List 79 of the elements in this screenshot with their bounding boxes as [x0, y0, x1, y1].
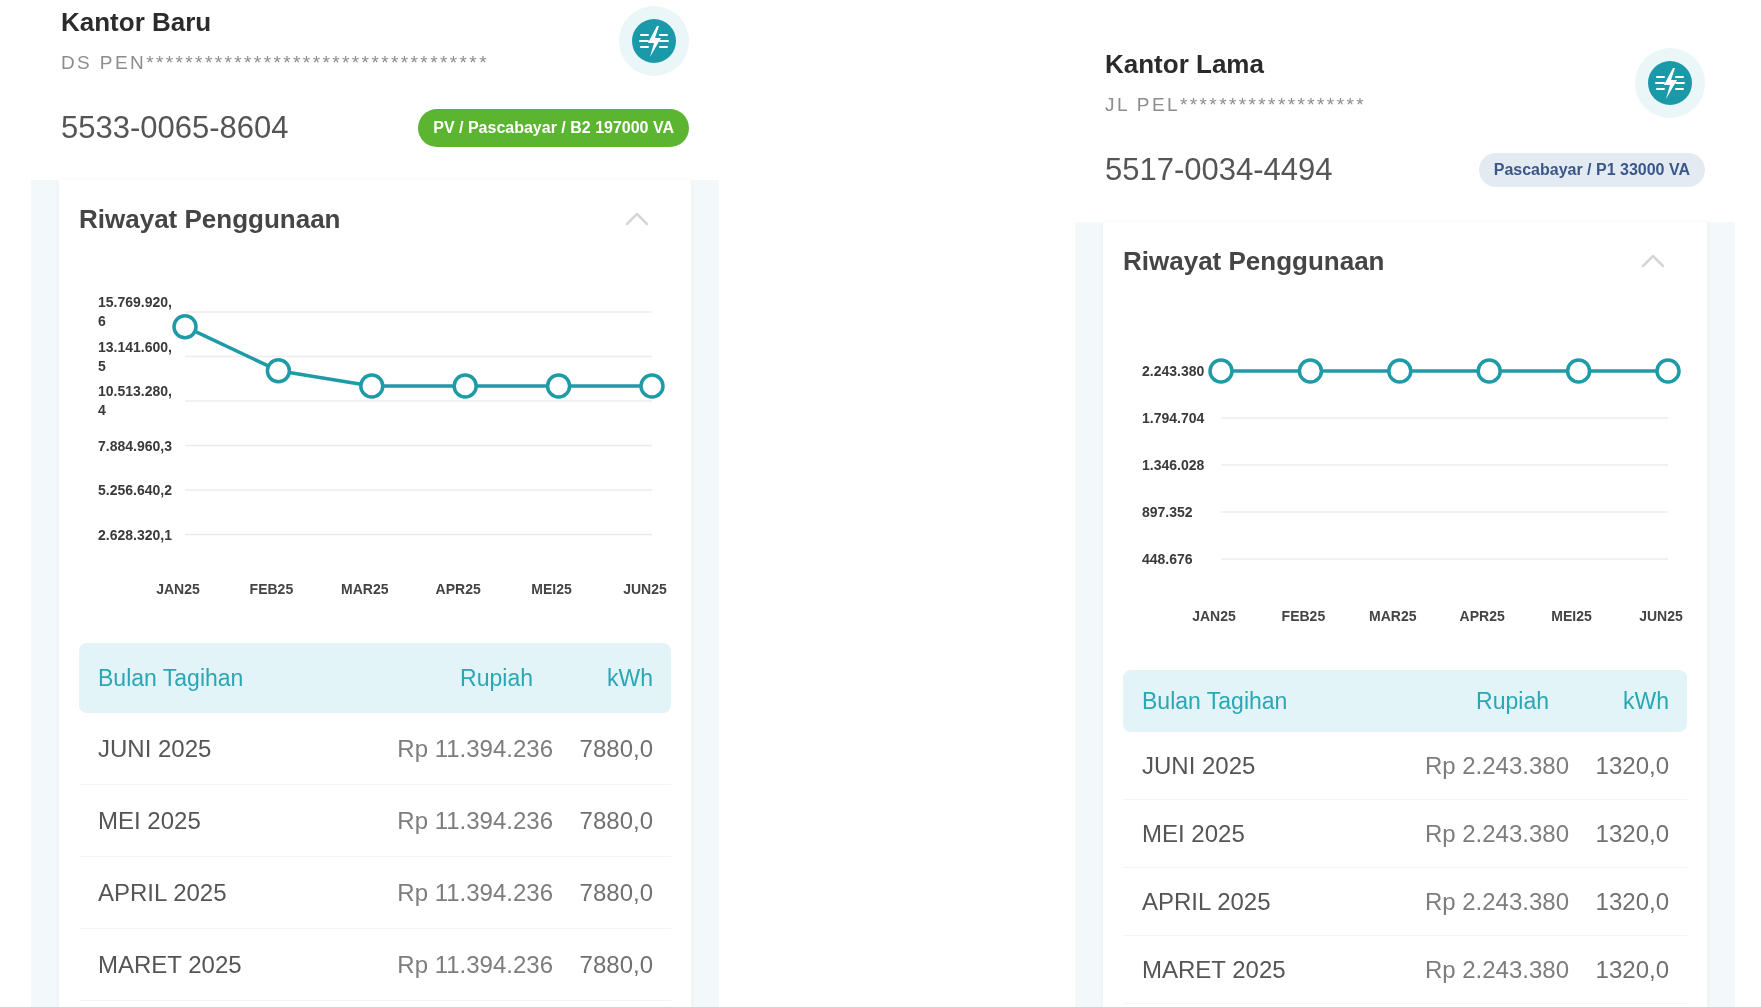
data-point	[1208, 358, 1234, 384]
y-axis-label: 897.352	[1142, 502, 1193, 522]
tariff-tag: Pascabayar / P1 33000 VA	[1478, 153, 1705, 187]
billing-month: APRIL 2025	[98, 878, 228, 907]
column-header: Bulan Tagihan	[1142, 687, 1289, 715]
bill-amount: Rp 2.243.380	[1424, 955, 1569, 984]
bill-amount: Rp 2.243.380	[1424, 751, 1569, 780]
bill-amount: Rp 2.243.380	[1424, 887, 1569, 916]
kwh-usage: 1320,0	[1595, 819, 1669, 848]
column-header: Rupiah	[1476, 687, 1549, 715]
bill-amount: Rp 11.394.236	[397, 734, 553, 763]
column-header: Bulan Tagihan	[98, 664, 245, 692]
column-header: kWh	[607, 664, 653, 692]
data-point	[172, 314, 198, 340]
data-point	[639, 373, 665, 399]
kwh-usage: 1320,0	[1595, 887, 1669, 916]
kwh-usage: 7880,0	[579, 806, 653, 835]
billing-month: MEI 2025	[98, 806, 202, 835]
data-point	[452, 373, 478, 399]
chevron-up-icon[interactable]	[1641, 254, 1665, 268]
billing-month: MARET 2025	[98, 950, 243, 979]
data-point	[359, 373, 385, 399]
lightning-bolt-icon	[619, 6, 689, 76]
y-axis-label: 1.346.028	[1142, 455, 1205, 475]
account-name: Kantor Lama	[1105, 48, 1265, 80]
kwh-usage: 1320,0	[1595, 955, 1669, 984]
y-axis-label: 13.141.600,5	[98, 337, 173, 376]
customer-id: 5533-0065-8604	[61, 109, 289, 147]
y-axis-label: 5.256.640,2	[98, 480, 172, 500]
x-axis-label: FEB25	[1281, 608, 1326, 624]
x-axis-label: MEI25	[531, 581, 572, 597]
x-axis-label: MEI25	[1551, 608, 1592, 624]
billing-month: JUNI 2025	[98, 734, 213, 763]
y-axis-label: 15.769.920,6	[98, 293, 173, 331]
customer-id: 5517-0034-4494	[1105, 151, 1333, 189]
y-axis-label: 2.243.380	[1142, 361, 1205, 381]
billing-month: MEI 2025	[1142, 819, 1246, 848]
x-axis-label: APR25	[435, 581, 481, 597]
y-axis-label: 448.676	[1142, 549, 1193, 569]
kwh-usage: 7880,0	[579, 950, 653, 979]
account-name: Kantor Baru	[61, 6, 213, 38]
bill-amount: Rp 11.394.236	[397, 806, 553, 835]
data-point	[1476, 358, 1502, 384]
data-point	[265, 358, 292, 384]
x-axis-label: APR25	[1459, 608, 1505, 624]
account-address: DS PEN***********************************	[61, 51, 489, 75]
bill-amount: Rp 2.243.380	[1424, 819, 1569, 848]
bill-amount: Rp 11.394.236	[397, 950, 553, 979]
y-axis-label: 7.884.960,3	[98, 436, 172, 455]
data-point	[1655, 358, 1681, 384]
x-axis-label: JUN25	[1639, 608, 1683, 624]
y-axis-label: 10.513.280,4	[98, 382, 173, 420]
column-header: kWh	[1623, 687, 1669, 715]
kwh-usage: 1320,0	[1595, 751, 1669, 780]
y-axis-label: 1.794.704	[1142, 408, 1205, 428]
billing-month: MARET 2025	[1142, 955, 1287, 984]
data-point	[1387, 358, 1413, 384]
section-title: Riwayat Penggunaan	[1123, 245, 1385, 277]
billing-month: JUNI 2025	[1142, 751, 1257, 780]
x-axis-label: FEB25	[249, 581, 294, 597]
data-point	[545, 373, 572, 399]
x-axis-label: MAR25	[1369, 608, 1417, 624]
bill-amount: Rp 11.394.236	[397, 878, 553, 907]
account-address: JL PEL*******************	[1105, 93, 1367, 117]
billing-month: APRIL 2025	[1142, 887, 1272, 916]
chevron-up-icon[interactable]	[625, 212, 649, 226]
data-point	[1297, 358, 1324, 384]
column-header: Rupiah	[460, 664, 533, 692]
x-axis-label: JAN25	[1192, 608, 1236, 624]
x-axis-label: MAR25	[341, 581, 389, 597]
kwh-usage: 7880,0	[579, 878, 653, 907]
section-title: Riwayat Penggunaan	[79, 203, 341, 235]
tariff-tag: PV / Pascabayar / B2 197000 VA	[418, 109, 689, 147]
lightning-bolt-icon	[1635, 48, 1705, 118]
x-axis-label: JAN25	[156, 581, 200, 597]
kwh-usage: 7880,0	[579, 734, 653, 763]
y-axis-label: 2.628.320,1	[98, 525, 172, 544]
data-point	[1565, 358, 1592, 384]
x-axis-label: JUN25	[623, 581, 667, 597]
